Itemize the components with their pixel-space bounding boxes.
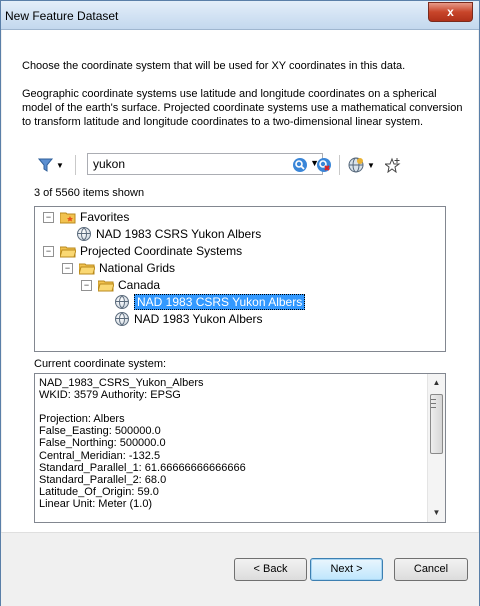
dialog-content: Choose the coordinate system that will b… (2, 30, 478, 532)
current-coordinate-label: Current coordinate system: (34, 358, 167, 370)
collapse-icon[interactable]: − (43, 211, 54, 223)
coordinate-system-tree[interactable]: − Favorites NAD 1983 CSRS Yukon Albers −… (34, 206, 446, 352)
scroll-up-icon[interactable]: ▲ (428, 376, 445, 390)
detail-line: Projection: Albers (39, 413, 125, 426)
collapse-icon[interactable]: − (43, 245, 54, 257)
scrollbar-grip (431, 399, 436, 408)
tree-node-projected[interactable]: − Projected Coordinate Systems (43, 243, 242, 259)
detail-line: Standard_Parallel_2: 68.0 (39, 473, 167, 486)
detail-line: Central_Meridian: -132.5 (39, 449, 161, 462)
scroll-down-icon[interactable]: ▼ (428, 506, 445, 520)
explanation-text: Geographic coordinate systems use latitu… (22, 88, 463, 128)
detail-line: Linear Unit: Meter (1.0) (39, 497, 153, 510)
chevron-down-icon: ▼ (367, 160, 375, 170)
next-button[interactable]: Next > (310, 558, 383, 581)
items-count: 3 of 5560 items shown (34, 187, 145, 199)
toolbar-separator (339, 155, 340, 175)
globe-icon (115, 312, 129, 326)
detail-line: WKID: 3579 Authority: EPSG (39, 389, 181, 402)
tree-node-favorite-item[interactable]: NAD 1983 CSRS Yukon Albers (77, 226, 261, 242)
tree-label: NAD 1983 Yukon Albers (134, 312, 263, 326)
title-bar[interactable]: New Feature Dataset x (1, 1, 479, 30)
coordinate-details-text: NAD_1983_CSRS_Yukon_Albers WKID: 3579 Au… (39, 377, 246, 510)
chevron-down-icon: ▼ (56, 160, 64, 170)
detail-line (39, 401, 246, 413)
tree-node-favorites[interactable]: − Favorites (43, 209, 129, 225)
folder-open-icon (98, 280, 114, 291)
collapse-icon[interactable]: − (81, 279, 92, 291)
add-coordinate-system-button[interactable]: ▼ (348, 155, 375, 175)
new-feature-dataset-dialog: New Feature Dataset x Choose the coordin… (0, 0, 480, 606)
detail-line: NAD_1983_CSRS_Yukon_Albers (39, 377, 204, 389)
tree-label: Favorites (80, 210, 130, 224)
clear-search-icon (317, 158, 331, 172)
filter-dropdown-button[interactable]: ▼ (38, 155, 64, 175)
detail-line: False_Northing: 500000.0 (39, 437, 166, 450)
close-icon: x (447, 5, 454, 19)
window-title: New Feature Dataset (5, 9, 119, 23)
coordinate-details-box[interactable]: NAD_1983_CSRS_Yukon_Albers WKID: 3579 Au… (34, 373, 446, 523)
detail-line: Latitude_Of_Origin: 59.0 (39, 485, 159, 498)
tree-node-national-grids[interactable]: − National Grids (62, 260, 175, 276)
tree-label: National Grids (99, 261, 176, 275)
back-button[interactable]: < Back (234, 558, 307, 581)
search-combobox[interactable]: yukon ▼ (87, 153, 323, 175)
filter-icon (38, 158, 54, 172)
collapse-icon[interactable]: − (62, 262, 73, 274)
toolbar-separator (75, 155, 76, 175)
search-input[interactable]: yukon (93, 157, 125, 171)
folder-open-icon (79, 263, 95, 274)
search-icon (293, 158, 307, 172)
add-to-favorites-button[interactable] (385, 155, 401, 175)
tree-label: Canada (118, 278, 161, 292)
globe-add-icon (348, 157, 364, 173)
tree-node-canada[interactable]: − Canada (81, 277, 160, 293)
tree-node-selected-coordinate[interactable]: NAD 1983 CSRS Yukon Albers (115, 294, 306, 310)
search-button[interactable] (292, 155, 308, 175)
details-scrollbar[interactable]: ▲ ▼ (427, 374, 445, 522)
tree-label: NAD 1983 CSRS Yukon Albers (134, 294, 306, 310)
tree-label: Projected Coordinate Systems (80, 244, 243, 258)
clear-search-button[interactable] (316, 155, 332, 175)
tree-node-yukon-albers[interactable]: NAD 1983 Yukon Albers (115, 311, 263, 327)
favorites-folder-icon (60, 212, 76, 223)
detail-line: False_Easting: 500000.0 (39, 425, 161, 438)
cancel-button[interactable]: Cancel (394, 558, 468, 581)
detail-line: Standard_Parallel_1: 61.66666666666666 (39, 461, 246, 474)
coordinate-toolbar: ▼ yukon ▼ ▼ (38, 153, 458, 177)
button-bar: < Back Next > Cancel (1, 532, 479, 606)
globe-icon (115, 295, 129, 309)
intro-text: Choose the coordinate system that will b… (22, 60, 406, 72)
star-add-icon (385, 157, 401, 173)
folder-open-icon (60, 246, 76, 257)
globe-icon (77, 227, 91, 241)
tree-label: NAD 1983 CSRS Yukon Albers (96, 227, 262, 241)
close-button[interactable]: x (428, 2, 473, 22)
